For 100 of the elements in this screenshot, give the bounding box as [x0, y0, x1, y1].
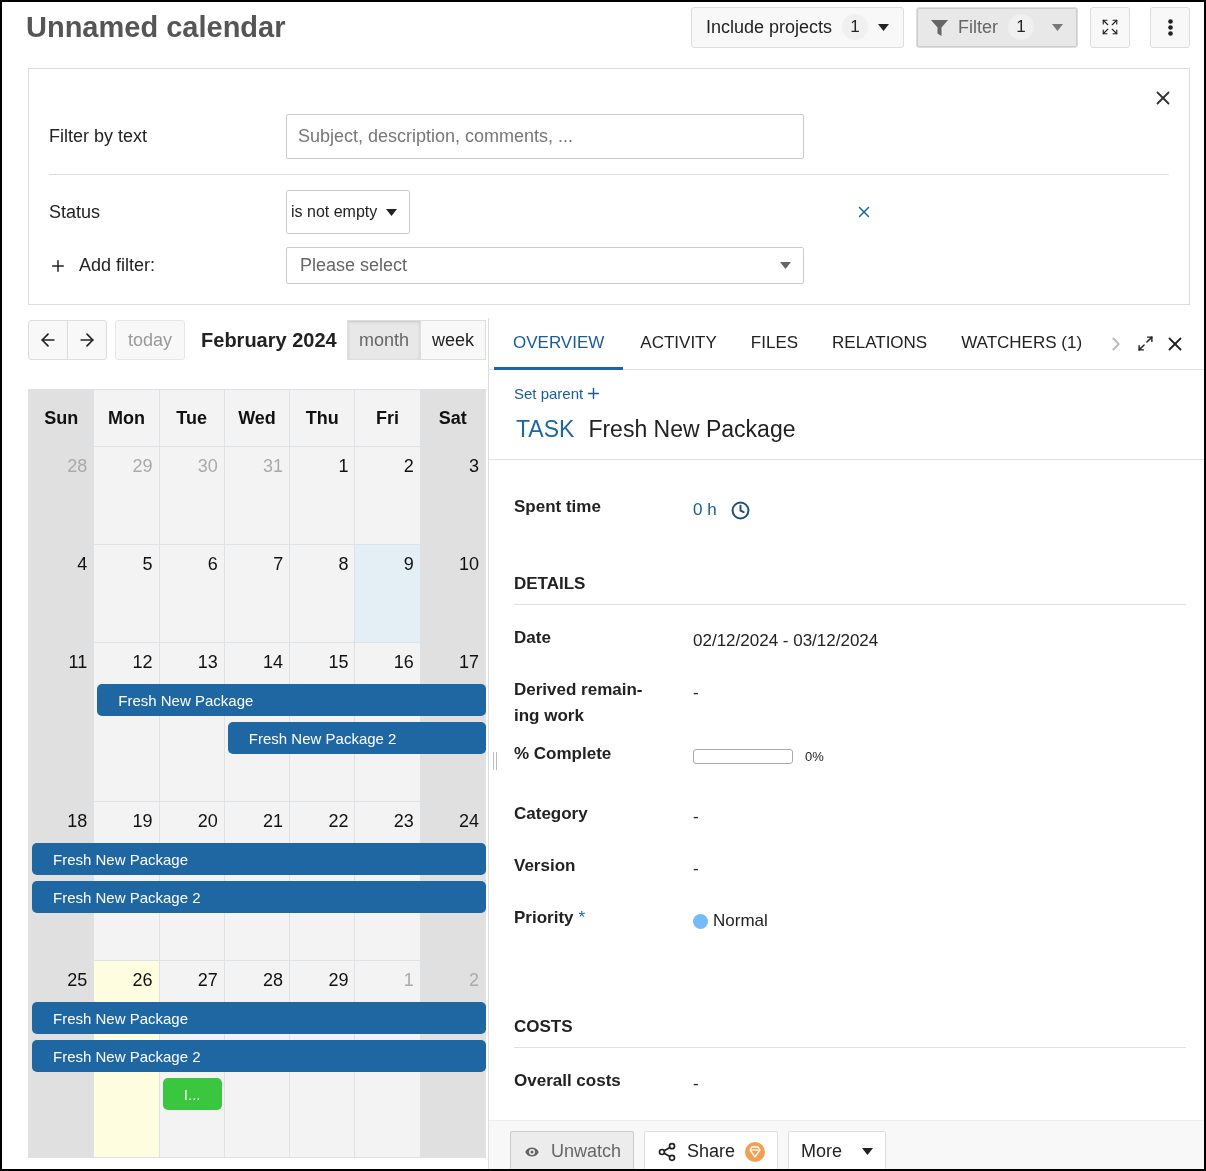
- day-number: 21: [263, 810, 285, 832]
- text-filter-input[interactable]: Subject, description, comments, ...: [286, 114, 804, 159]
- kebab-menu-icon: [1167, 18, 1173, 36]
- tab[interactable]: FILES: [733, 318, 816, 370]
- day-number: 23: [393, 810, 415, 832]
- field-value: 02/12/2024 - 03/12/2024: [693, 630, 880, 652]
- section-title: COSTS: [514, 1017, 1186, 1048]
- premium-icon: [745, 1141, 766, 1162]
- caret-icon: [386, 208, 397, 216]
- view-button[interactable]: week: [419, 320, 486, 360]
- day-number: 27: [197, 969, 219, 991]
- subject-title: Fresh New Package: [588, 416, 796, 443]
- share-icon: [657, 1141, 678, 1162]
- field-label: % Complete: [514, 743, 613, 765]
- more-options-button[interactable]: [1150, 6, 1190, 48]
- field-value: -: [693, 682, 700, 704]
- spent-time-value[interactable]: 0 h: [693, 494, 717, 523]
- calendar-event[interactable]: Fresh New Package: [32, 843, 486, 875]
- day-number: 3: [468, 455, 480, 477]
- unwatch-button[interactable]: Unwatch: [510, 1130, 635, 1169]
- day-number: 29: [132, 455, 154, 477]
- tab[interactable]: RELATIONS: [815, 318, 945, 370]
- weekday-header: Sat: [420, 390, 486, 446]
- set-parent-link[interactable]: Set parent: [514, 385, 603, 402]
- day-number: 28: [263, 969, 285, 991]
- day-number: 9: [403, 553, 415, 575]
- day-number: 15: [328, 651, 350, 673]
- field-label: Priority *: [514, 907, 587, 929]
- day-number: 29: [328, 969, 350, 991]
- weekday-header: Mon: [94, 390, 160, 446]
- tab[interactable]: ACTIVITY: [623, 318, 734, 370]
- day-number: 6: [207, 553, 219, 575]
- day-number: 10: [458, 553, 480, 575]
- tab[interactable]: WATCHERS (1): [944, 318, 1100, 370]
- more-button[interactable]: More: [788, 1130, 887, 1169]
- day-number: 30: [197, 455, 219, 477]
- field-value: -: [693, 1073, 700, 1095]
- day-number: 20: [197, 810, 219, 832]
- weekday-header: Sun: [29, 390, 95, 446]
- resize-handle-icon[interactable]: [493, 752, 497, 770]
- section-title: DETAILS: [514, 574, 1186, 605]
- filter-label: Filter by text: [49, 126, 149, 147]
- include-projects-button[interactable]: Include projects 1: [690, 6, 904, 48]
- page-title: Unnamed calendar: [26, 10, 287, 44]
- day-number: 19: [132, 810, 154, 832]
- expand-icon: [1137, 335, 1155, 352]
- calendar-event[interactable]: Fresh New Package: [32, 1002, 486, 1034]
- field-label: Derived remain-ing work: [514, 679, 644, 727]
- type-label: TASK: [516, 416, 575, 443]
- field-label: Spent time: [514, 496, 602, 518]
- caret-icon: [780, 262, 791, 269]
- add-filter-select[interactable]: Please select: [286, 247, 804, 284]
- previous-button[interactable]: [28, 320, 68, 360]
- calendar-event[interactable]: Fresh New Package 2: [32, 881, 486, 913]
- field-value: -: [693, 806, 700, 828]
- weekday-header: Fri: [355, 390, 421, 446]
- view-button[interactable]: month: [346, 320, 421, 360]
- caret-icon: [1052, 23, 1063, 31]
- day-number: 2: [403, 455, 415, 477]
- day-number: 4: [77, 553, 89, 575]
- field-value: Normal: [713, 910, 768, 932]
- field-label: Version: [514, 855, 577, 877]
- calendar-event[interactable]: Fresh New Package 2: [227, 722, 486, 754]
- day-number: 12: [132, 651, 154, 673]
- calendar-event[interactable]: Fresh New Package: [97, 684, 486, 716]
- calendar-event[interactable]: Fresh New Package 2: [32, 1040, 486, 1072]
- day-number: 22: [328, 810, 350, 832]
- weekday-header: Wed: [224, 390, 291, 446]
- fullscreen-button[interactable]: [1090, 6, 1130, 48]
- day-number: 26: [132, 969, 154, 991]
- field-label: Overall costs: [514, 1070, 622, 1092]
- day-number: 8: [338, 553, 350, 575]
- filter-label: Add filter:: [79, 255, 156, 276]
- operator-select[interactable]: is not empty: [286, 190, 410, 234]
- day-number: 1: [338, 455, 350, 477]
- day-number: 11: [68, 651, 89, 673]
- share-button[interactable]: Share: [644, 1130, 779, 1169]
- day-number: 25: [67, 969, 89, 991]
- day-number: 7: [273, 553, 285, 575]
- filter-icon: [931, 18, 948, 36]
- weekday-header: Tue: [159, 390, 225, 446]
- day-number: 31: [263, 455, 285, 477]
- progress-reading: 0%: [805, 749, 824, 764]
- filter-button[interactable]: Filter 1: [916, 6, 1078, 48]
- caret-icon: [862, 1148, 874, 1155]
- next-button[interactable]: [67, 320, 107, 360]
- day-number: 17: [458, 651, 480, 673]
- day-number: 18: [67, 810, 89, 832]
- tab[interactable]: OVERVIEW: [494, 318, 624, 370]
- field-value: -: [693, 858, 700, 880]
- day-number: 16: [393, 651, 415, 673]
- day-number: 24: [458, 810, 480, 832]
- caret-icon: [878, 23, 889, 31]
- field-label: Category: [514, 803, 589, 825]
- calendar-title: February 2024: [201, 328, 338, 352]
- clock-icon[interactable]: [730, 500, 750, 520]
- filter-label: Status: [49, 201, 102, 223]
- day-number: 1: [403, 969, 415, 991]
- day-number: 13: [197, 651, 219, 673]
- day-number: 14: [263, 651, 285, 673]
